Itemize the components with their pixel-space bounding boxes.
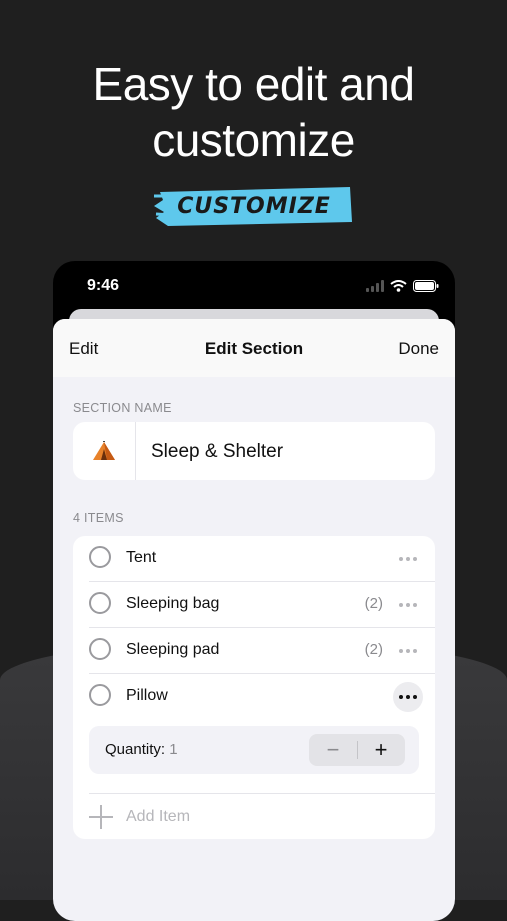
plus-icon <box>89 805 113 829</box>
tent-icon <box>92 441 116 466</box>
badge-label: CUSTOMIZE <box>177 194 331 219</box>
more-icon[interactable] <box>393 544 423 574</box>
items-count-caption: 4 ITEMS <box>73 511 124 525</box>
section-name-caption: SECTION NAME <box>73 401 172 415</box>
items-list: Tent Sleeping bag (2) Sleeping pad (2) P <box>73 536 435 839</box>
decrement-button[interactable]: − <box>309 734 357 766</box>
increment-button[interactable]: + <box>357 734 405 766</box>
list-item[interactable]: Sleeping pad (2) <box>73 628 435 673</box>
item-count: (2) <box>364 641 383 658</box>
phone-frame: 9:46 Edit Edit Section Done SECTION NAME… <box>53 261 455 921</box>
section-name-field[interactable]: Sleep & Shelter <box>73 422 435 480</box>
customize-badge: CUSTOMIZE <box>154 184 354 228</box>
more-icon[interactable] <box>393 682 423 712</box>
add-item-row[interactable]: Add Item <box>73 794 435 839</box>
item-label: Tent <box>126 549 157 566</box>
done-button[interactable]: Done <box>398 339 439 359</box>
quantity-value: 1 <box>169 741 178 758</box>
item-label: Pillow <box>126 687 168 704</box>
hero-line-1: Easy to edit and <box>92 58 415 110</box>
item-count: (2) <box>364 595 383 612</box>
quantity-label-text: Quantity: <box>105 741 166 758</box>
battery-icon <box>413 279 439 297</box>
wifi-icon <box>390 279 407 297</box>
hero-line-2: customize <box>152 114 355 166</box>
hero-headline: Easy to edit and customize <box>0 56 507 168</box>
quantity-stepper[interactable]: − + <box>309 734 405 766</box>
checkbox-icon[interactable] <box>89 684 111 706</box>
add-item-placeholder[interactable]: Add Item <box>126 808 190 826</box>
quantity-label: Quantity: 1 <box>105 741 178 758</box>
nav-bar: Edit Edit Section Done <box>53 319 455 377</box>
item-label: Sleeping bag <box>126 595 220 612</box>
checkbox-icon[interactable] <box>89 592 111 614</box>
more-icon[interactable] <box>393 590 423 620</box>
section-emoji-button[interactable] <box>73 422 136 480</box>
status-icons <box>366 279 439 297</box>
list-item[interactable]: Tent <box>73 536 435 581</box>
checkbox-icon[interactable] <box>89 546 111 568</box>
list-item[interactable]: Sleeping bag (2) <box>73 582 435 627</box>
quantity-row: Quantity: 1 − + <box>89 726 419 774</box>
status-time: 9:46 <box>87 277 120 294</box>
nav-title: Edit Section <box>204 339 304 358</box>
item-label: Sleeping pad <box>126 641 220 658</box>
section-name-value: Sleep & Shelter <box>151 441 284 462</box>
edit-section-sheet: Edit Edit Section Done SECTION NAME Slee… <box>53 319 455 921</box>
list-item[interactable]: Pillow <box>73 674 435 719</box>
signal-icon <box>366 279 384 297</box>
checkbox-icon[interactable] <box>89 638 111 660</box>
more-icon[interactable] <box>393 636 423 666</box>
